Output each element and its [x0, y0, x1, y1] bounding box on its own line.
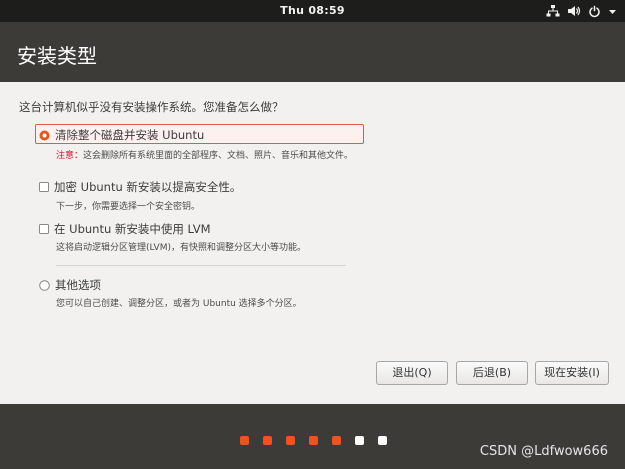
watermark: CSDN @Ldfwow666 — [479, 444, 608, 459]
network-icon[interactable] — [546, 4, 560, 18]
install-now-button[interactable]: 现在安装(I) — [535, 361, 609, 385]
page-title: 安装类型 — [17, 44, 97, 68]
option-erase-disk[interactable]: 清除整个磁盘并安装 Ubuntu — [39, 127, 204, 143]
installer-footer: CSDN @Ldfwow666 — [0, 404, 625, 469]
option-encrypt-desc: 下一步，你需要选择一个安全密钥。 — [56, 202, 201, 212]
quit-button[interactable]: 退出(Q) — [376, 361, 448, 385]
back-button[interactable]: 后退(B) — [456, 361, 528, 385]
option-lvm-label: 在 Ubuntu 新安装中使用 LVM — [54, 222, 211, 236]
option-encrypt[interactable]: 加密 Ubuntu 新安装以提高安全性。 — [39, 179, 241, 195]
radio-icon[interactable] — [39, 279, 50, 291]
progress-dot — [355, 436, 364, 445]
separator — [56, 265, 346, 266]
option-lvm[interactable]: 在 Ubuntu 新安装中使用 LVM — [39, 221, 211, 237]
system-tray[interactable] — [546, 0, 617, 22]
progress-dot — [263, 436, 272, 445]
progress-dot — [240, 436, 249, 445]
radio-selected-icon[interactable] — [39, 130, 50, 141]
progress-dot — [309, 436, 318, 445]
progress-dot — [332, 436, 341, 445]
install-type-panel: 这台计算机似乎没有安装操作系统。您准备怎么做？ 清除整个磁盘并安装 Ubuntu… — [0, 82, 625, 404]
progress-dots — [240, 436, 387, 445]
clock[interactable]: Thu 08:59 — [0, 0, 625, 22]
option-lvm-desc: 这将启动逻辑分区管理(LVM)，有快照和调整分区大小等功能。 — [56, 243, 306, 253]
option-encrypt-label: 加密 Ubuntu 新安装以提高安全性。 — [54, 180, 242, 194]
warning-label: 注意： — [56, 151, 84, 161]
power-icon[interactable] — [588, 5, 601, 18]
option-something-else-desc: 您可以自己创建、调整分区，或者为 Ubuntu 选择多个分区。 — [56, 299, 302, 309]
option-erase-disk-label: 清除整个磁盘并安装 Ubuntu — [55, 128, 205, 142]
chevron-down-icon[interactable] — [608, 7, 617, 16]
progress-dot — [286, 436, 295, 445]
option-erase-disk-desc: 注意：这会删除所有系统里面的全部程序、文档、照片、音乐和其他文件。 — [56, 148, 353, 161]
option-something-else-label: 其他选项 — [55, 278, 101, 292]
volume-icon[interactable] — [567, 4, 581, 18]
checkbox-icon[interactable] — [39, 224, 49, 234]
question-text: 这台计算机似乎没有安装操作系统。您准备怎么做？ — [19, 100, 284, 114]
option-something-else[interactable]: 其他选项 — [39, 277, 101, 293]
option-erase-disk-desc-text: 这会删除所有系统里面的全部程序、文档、照片、音乐和其他文件。 — [83, 151, 354, 161]
progress-dot — [378, 436, 387, 445]
top-panel: Thu 08:59 — [0, 0, 625, 22]
installer-header: 安装类型 — [0, 22, 625, 82]
checkbox-icon[interactable] — [39, 182, 49, 192]
